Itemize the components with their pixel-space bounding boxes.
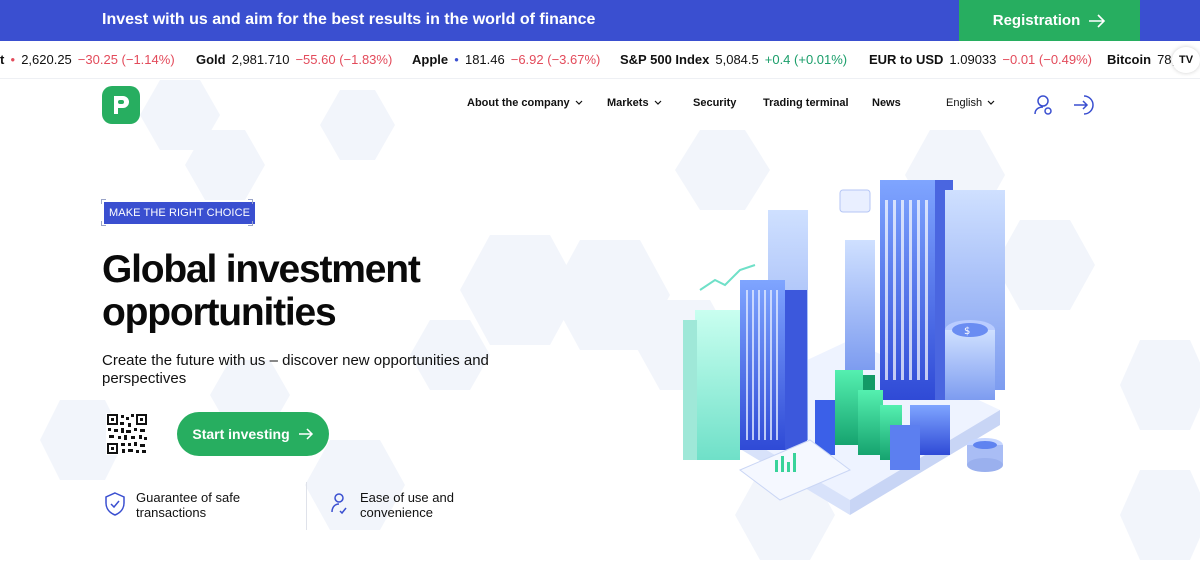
- feature-safe-transactions: Guarantee of safe transactions: [136, 490, 241, 520]
- tradingview-logo-icon[interactable]: TV: [1172, 47, 1200, 73]
- ticker-name: S&P 500 Index: [620, 52, 710, 67]
- ticker-change: −55.60 (−1.83%): [295, 52, 393, 67]
- nav-security-label: Security: [693, 97, 737, 109]
- ticker-item[interactable]: Gold 2,981.710 −55.60 (−1.83%): [196, 52, 392, 67]
- ticker-item[interactable]: S&P 500 Index 5,084.5 +0.4 (+0.01%): [620, 52, 847, 67]
- chevron-down-icon: [987, 100, 995, 105]
- tag-corner: [101, 221, 106, 226]
- ticker-name: t: [0, 52, 5, 67]
- svg-text:$: $: [964, 326, 970, 337]
- banner-text: Invest with us and aim for the best resu…: [102, 11, 596, 28]
- feature-ease-of-use: Ease of use and convenience: [360, 490, 454, 520]
- status-dot-icon: ●: [454, 55, 459, 64]
- top-banner: Invest with us and aim for the best resu…: [0, 0, 1200, 41]
- nav-security[interactable]: Security: [693, 97, 736, 109]
- nav-about-label: About the company: [467, 97, 570, 109]
- shield-check-icon: [105, 492, 125, 516]
- logo-p-icon: [114, 96, 129, 114]
- nav-terminal-label: Trading terminal: [763, 97, 849, 109]
- nav-markets-label: Markets: [607, 97, 649, 109]
- status-dot-icon: ●: [10, 55, 16, 64]
- arrow-right-icon: [298, 428, 313, 440]
- market-ticker: t ● 2,620.25 −30.25 (−1.14%) Gold 2,981.…: [0, 41, 1200, 79]
- start-investing-button[interactable]: Start investing: [177, 412, 329, 456]
- hero-subtitle: Create the future with us – discover new…: [102, 352, 489, 387]
- tag-corner: [248, 221, 253, 226]
- isometric-city-illustration: $: [683, 180, 1005, 515]
- ticker-item[interactable]: Apple ● 181.46 −6.92 (−3.67%): [412, 52, 600, 67]
- language-label: English: [946, 97, 983, 109]
- ticker-name: EUR to USD: [869, 52, 944, 67]
- tag-corner: [101, 199, 106, 204]
- qr-code-icon[interactable]: [106, 413, 148, 455]
- ticker-name: Gold: [196, 52, 226, 67]
- user-convenience-icon: [331, 493, 347, 515]
- ticker-change: −30.25 (−1.14%): [77, 52, 175, 67]
- nav-trading-terminal[interactable]: Trading terminal: [763, 97, 849, 109]
- nav-news[interactable]: News: [872, 97, 901, 109]
- ticker-change: +0.4 (+0.01%): [764, 52, 848, 67]
- login-arrow-icon[interactable]: [1072, 94, 1094, 116]
- registration-button[interactable]: Registration: [959, 0, 1140, 41]
- registration-label: Registration: [992, 12, 1081, 29]
- chevron-down-icon: [575, 100, 583, 105]
- site-logo[interactable]: [102, 86, 140, 124]
- tag-corner: [248, 199, 253, 204]
- arrow-right-icon: [1089, 13, 1106, 28]
- nav-about[interactable]: About the company: [467, 97, 583, 109]
- ticker-price: 2,620.25: [21, 52, 72, 67]
- ticker-item[interactable]: t ● 2,620.25 −30.25 (−1.14%): [0, 52, 175, 67]
- page-title: Global investment opportunities: [102, 248, 522, 334]
- ticker-item[interactable]: Bitcoin 78,: [1107, 52, 1175, 67]
- ticker-price: 2,981.710: [231, 52, 290, 67]
- page-title-line: Global investment: [102, 248, 421, 291]
- start-investing-label: Start investing: [192, 426, 290, 442]
- ticker-item[interactable]: EUR to USD 1.09033 −0.01 (−0.49%): [869, 52, 1092, 67]
- page-title-line: opportunities: [102, 291, 337, 334]
- ticker-name: Bitcoin: [1107, 52, 1152, 67]
- nav-markets[interactable]: Markets: [607, 97, 662, 109]
- ticker-price: 5,084.5: [715, 52, 759, 67]
- nav-news-label: News: [872, 97, 901, 109]
- ticker-price: 181.46: [464, 52, 505, 67]
- feature-divider: [306, 482, 307, 530]
- ticker-change: −6.92 (−3.67%): [510, 52, 601, 67]
- chevron-down-icon: [654, 100, 662, 105]
- tagline-badge: MAKE THE RIGHT CHOICE: [104, 202, 256, 224]
- ticker-name: Apple: [412, 52, 449, 67]
- ticker-price: 1.09033: [949, 52, 997, 67]
- ticker-change: −0.01 (−0.49%): [1002, 52, 1093, 67]
- language-selector[interactable]: English: [946, 97, 995, 109]
- user-account-icon[interactable]: [1033, 94, 1055, 116]
